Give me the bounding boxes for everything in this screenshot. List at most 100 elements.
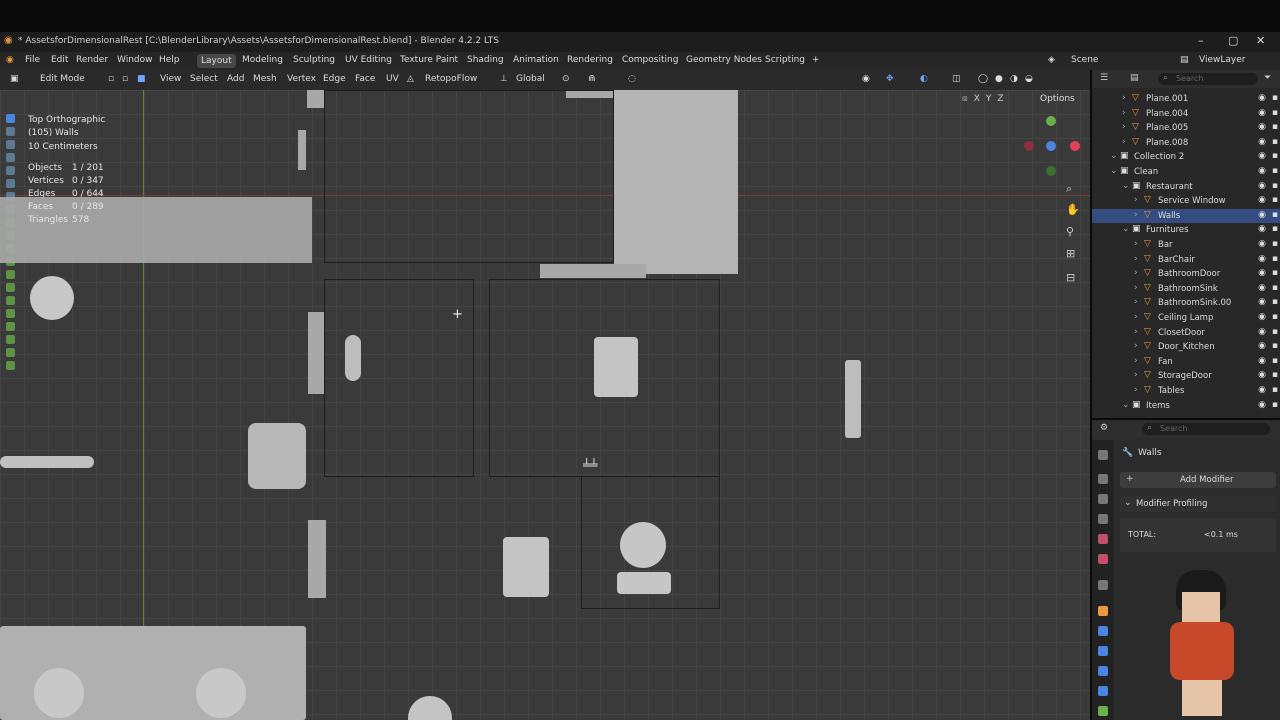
mode-selector[interactable]: Edit Mode: [40, 74, 85, 84]
outliner-item[interactable]: › ▽ Door_Kitchen ◉ ▪: [1092, 340, 1280, 354]
visibility-eye-icon[interactable]: ◉: [1258, 151, 1266, 161]
outliner-item[interactable]: › ▽ Bar ◉ ▪: [1092, 238, 1280, 252]
visibility-eye-icon[interactable]: ◉: [1258, 93, 1266, 103]
chevron-down-icon[interactable]: ⌄: [1122, 224, 1130, 234]
menu-face[interactable]: Face: [355, 74, 375, 84]
smooth-tool-icon[interactable]: [6, 309, 15, 318]
chevron-right-icon[interactable]: ›: [1122, 108, 1126, 118]
minimize-icon[interactable]: –: [1198, 34, 1204, 47]
outliner-item[interactable]: › ▽ Plane.001 ◉ ▪: [1092, 92, 1280, 106]
chevron-down-icon[interactable]: ⌄: [1122, 181, 1130, 191]
outliner-item[interactable]: ⌄ ▣ Restaurant ◉ ▪: [1092, 180, 1280, 194]
visibility-eye-icon[interactable]: ◉: [1258, 108, 1266, 118]
menu-help[interactable]: Help: [159, 55, 180, 65]
outliner-item[interactable]: › ▽ Service Window ◉ ▪: [1092, 194, 1280, 208]
visibility-eye-icon[interactable]: ◉: [1258, 312, 1266, 322]
gizmo-neg-y-axis[interactable]: [1046, 166, 1056, 176]
chevron-right-icon[interactable]: ›: [1134, 210, 1138, 220]
render-visibility-icon[interactable]: ▪: [1272, 356, 1278, 366]
outliner-search-box[interactable]: ⌕ Search: [1158, 73, 1258, 85]
visibility-eye-icon[interactable]: ◉: [1258, 370, 1266, 380]
render-visibility-icon[interactable]: ▪: [1272, 166, 1278, 176]
visibility-eye-icon[interactable]: ◉: [1258, 239, 1266, 249]
visibility-eye-icon[interactable]: ◉: [1258, 356, 1266, 366]
chevron-right-icon[interactable]: ›: [1134, 385, 1138, 395]
collection-tab-icon[interactable]: [1098, 580, 1108, 590]
outliner-item[interactable]: › ▽ Plane.005 ◉ ▪: [1092, 121, 1280, 135]
output-tab-icon[interactable]: [1098, 494, 1108, 504]
render-visibility-icon[interactable]: ▪: [1272, 224, 1278, 234]
transform-tool-icon[interactable]: [6, 179, 15, 188]
workspace-tab-scripting[interactable]: Scripting: [765, 55, 805, 65]
visibility-eye-icon[interactable]: ◉: [1258, 195, 1266, 205]
menu-add[interactable]: Add: [227, 74, 244, 84]
render-visibility-icon[interactable]: ▪: [1272, 210, 1278, 220]
render-visibility-icon[interactable]: ▪: [1272, 181, 1278, 191]
visibility-eye-icon[interactable]: ◉: [1258, 283, 1266, 293]
menu-edge[interactable]: Edge: [323, 74, 346, 84]
render-visibility-icon[interactable]: ▪: [1272, 195, 1278, 205]
shading-solid-icon[interactable]: ●: [995, 74, 1003, 84]
rotate-tool-icon[interactable]: [6, 153, 15, 162]
camera-view-icon[interactable]: ⚲: [1066, 225, 1074, 238]
visibility-eye-icon[interactable]: ◉: [1258, 385, 1266, 395]
outliner-item[interactable]: › ▽ Plane.004 ◉ ▪: [1092, 107, 1280, 121]
chevron-right-icon[interactable]: ›: [1122, 137, 1126, 147]
render-visibility-icon[interactable]: ▪: [1272, 327, 1278, 337]
render-visibility-icon[interactable]: ▪: [1272, 312, 1278, 322]
outliner-editor-icon[interactable]: ☰: [1100, 73, 1108, 83]
snapping-icon[interactable]: ⋒: [588, 74, 596, 84]
workspace-tab-layout[interactable]: Layout: [197, 54, 236, 68]
object-tab-icon[interactable]: [1098, 606, 1108, 616]
3d-viewport[interactable]: ⧈ X Y Z Options Top Orthographic (105) W…: [0, 90, 1090, 720]
physics-tab-icon[interactable]: [1098, 666, 1108, 676]
select-mode-vertex-icon[interactable]: ▫: [108, 74, 114, 84]
add-modifier-button[interactable]: + Add Modifier: [1120, 472, 1276, 488]
transform-orientation-dropdown[interactable]: Global: [516, 74, 545, 84]
workspace-tab-rendering[interactable]: Rendering: [567, 55, 613, 65]
chevron-right-icon[interactable]: ›: [1134, 195, 1138, 205]
properties-editor-icon[interactable]: ⚙: [1100, 423, 1108, 433]
view-layer-name[interactable]: ViewLayer: [1199, 55, 1245, 65]
visibility-eye-icon[interactable]: ◉: [1258, 166, 1266, 176]
render-visibility-icon[interactable]: ▪: [1272, 268, 1278, 278]
constraints-tab-icon[interactable]: [1098, 686, 1108, 696]
workspace-tab-compositing[interactable]: Compositing: [622, 55, 678, 65]
chevron-right-icon[interactable]: ›: [1134, 370, 1138, 380]
select-box-tool-icon[interactable]: [6, 114, 15, 123]
scale-tool-icon[interactable]: [6, 166, 15, 175]
visibility-eye-icon[interactable]: ◉: [1258, 327, 1266, 337]
outliner-item[interactable]: › ▽ Ceiling Lamp ◉ ▪: [1092, 311, 1280, 325]
chevron-right-icon[interactable]: ›: [1134, 268, 1138, 278]
chevron-right-icon[interactable]: ›: [1134, 327, 1138, 337]
outliner-item[interactable]: › ▽ Plane.008 ◉ ▪: [1092, 136, 1280, 150]
blender-menu-icon[interactable]: ◉: [6, 55, 14, 65]
chevron-right-icon[interactable]: ›: [1134, 239, 1138, 249]
overlays-toggle-icon[interactable]: ◐: [920, 74, 928, 84]
workspace-tab-animation[interactable]: Animation: [513, 55, 559, 65]
chevron-right-icon[interactable]: ›: [1134, 356, 1138, 366]
mirror-z-toggle[interactable]: Z: [997, 94, 1003, 104]
shading-material-icon[interactable]: ◑: [1010, 74, 1018, 84]
outliner-item[interactable]: › ▽ Tables ◉ ▪: [1092, 384, 1280, 398]
mirror-y-toggle[interactable]: Y: [986, 94, 992, 104]
cursor-tool-icon[interactable]: [6, 127, 15, 136]
menu-edit[interactable]: Edit: [51, 55, 68, 65]
render-visibility-icon[interactable]: ▪: [1272, 239, 1278, 249]
view-layer-tab-icon[interactable]: [1098, 514, 1108, 524]
outliner-item[interactable]: ⌄ ▣ Items ◉ ▪: [1092, 399, 1280, 413]
move-tool-icon[interactable]: [6, 140, 15, 149]
chevron-down-icon[interactable]: ⌄: [1110, 151, 1118, 161]
outliner-item[interactable]: › ▽ BarChair ◉ ▪: [1092, 253, 1280, 267]
menu-view[interactable]: View: [160, 74, 181, 84]
visibility-eye-icon[interactable]: ◉: [1258, 400, 1266, 410]
pivot-point-icon[interactable]: ⊙: [562, 74, 570, 84]
menu-uv[interactable]: UV: [386, 74, 399, 84]
visibility-eye-icon[interactable]: ◉: [1258, 122, 1266, 132]
grid-icon[interactable]: ⊟: [1066, 271, 1075, 284]
render-visibility-icon[interactable]: ▪: [1272, 400, 1278, 410]
menu-render[interactable]: Render: [76, 55, 108, 65]
3d-cursor-icon[interactable]: +: [452, 307, 463, 322]
maximize-icon[interactable]: ▢: [1228, 34, 1238, 47]
render-visibility-icon[interactable]: ▪: [1272, 108, 1278, 118]
